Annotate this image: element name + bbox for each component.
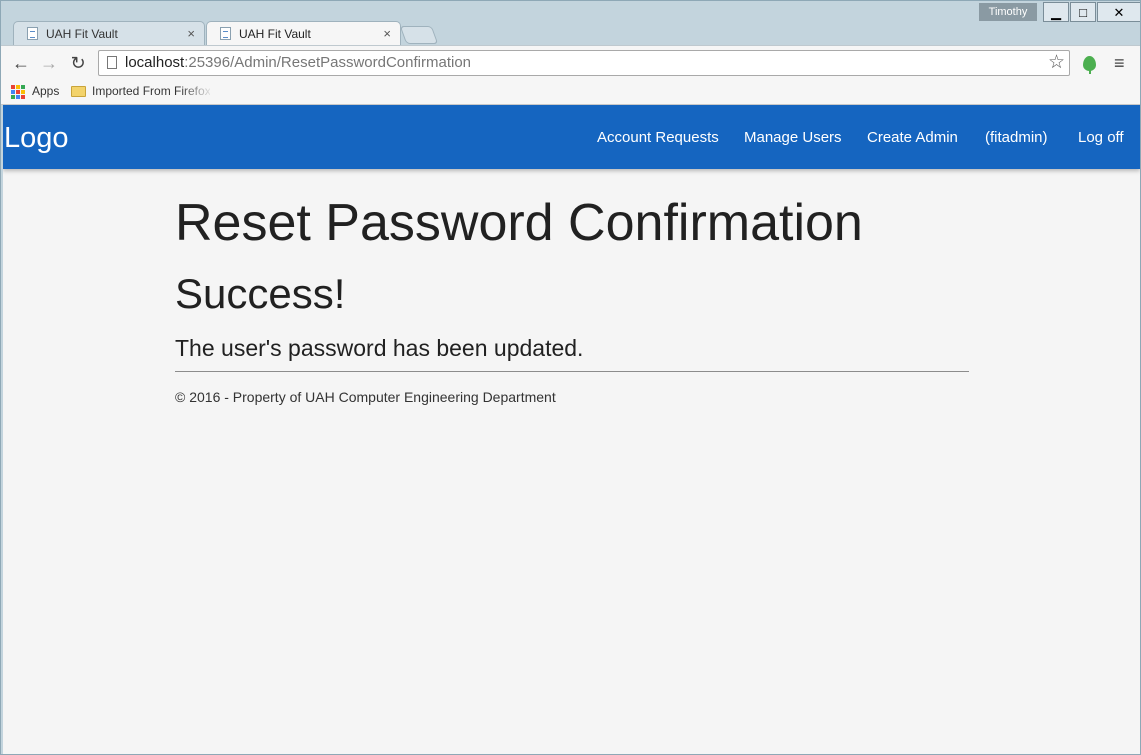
address-bar[interactable]: localhost:25396/Admin/ResetPasswordConfi… (98, 50, 1070, 76)
minimize-button[interactable]: ▁ (1043, 2, 1069, 22)
status-heading: Success! (175, 270, 346, 317)
maximize-button[interactable]: □ (1070, 2, 1096, 22)
title-bar: Timothy ▁ □ ✕ UAH Fit Vault × UAH Fit Va… (1, 1, 1140, 46)
menu-icon[interactable]: ≡ (1114, 53, 1125, 74)
browser-toolbar: ← → ↻ localhost:25396/Admin/ResetPasswor… (1, 45, 1140, 82)
apps-dot (16, 85, 20, 89)
page-title: Reset Password Confirmation (175, 194, 863, 252)
folder-icon (71, 86, 86, 97)
reload-icon[interactable]: ↻ (68, 52, 88, 74)
tab-uah-fit-vault-2[interactable]: UAH Fit Vault × (206, 21, 401, 46)
star-icon[interactable]: ☆ (1048, 51, 1065, 75)
tab-uah-fit-vault-1[interactable]: UAH Fit Vault × (13, 21, 205, 46)
page-icon (220, 27, 231, 40)
apps-dot (11, 90, 15, 94)
nav-create-admin[interactable]: Create Admin (867, 105, 958, 171)
tab-title: UAH Fit Vault (46, 27, 118, 41)
footer-text: © 2016 - Property of UAH Computer Engine… (175, 389, 556, 405)
apps-dot (21, 95, 25, 99)
bookmarks-bar: Apps Imported From Firefox (1, 81, 1140, 105)
browser-window: Timothy ▁ □ ✕ UAH Fit Vault × UAH Fit Va… (0, 0, 1141, 755)
nav-log-off[interactable]: Log off (1078, 105, 1124, 171)
apps-dot (16, 95, 20, 99)
extension-icon[interactable] (1083, 56, 1096, 74)
profile-name-badge[interactable]: Timothy (979, 3, 1037, 21)
apps-dot (21, 85, 25, 89)
tab-title: UAH Fit Vault (239, 27, 311, 41)
nav-account-requests[interactable]: Account Requests (597, 105, 719, 171)
divider (175, 371, 969, 372)
site-logo[interactable]: Logo (4, 105, 69, 171)
bookmark-apps[interactable]: Apps (32, 81, 59, 102)
tab-close-icon[interactable]: × (187, 22, 195, 46)
back-arrow-icon[interactable]: ← (11, 52, 31, 74)
url-path: :25396/Admin/ResetPasswordConfirmation (184, 54, 472, 71)
close-window-button[interactable]: ✕ (1097, 2, 1140, 22)
apps-dot (11, 95, 15, 99)
page-icon (107, 56, 117, 69)
page-icon (27, 27, 38, 40)
apps-dot (16, 90, 20, 94)
site-navbar: Logo Account Requests Manage Users Creat… (3, 105, 1140, 169)
url-text[interactable]: localhost:25396/Admin/ResetPasswordConfi… (125, 51, 471, 75)
tab-close-icon[interactable]: × (383, 22, 391, 46)
apps-dot (11, 85, 15, 89)
status-message: The user's password has been updated. (175, 335, 584, 361)
apps-grid-icon[interactable] (11, 85, 25, 99)
bookmark-folder-label: Imported From Firefox (92, 81, 210, 102)
web-page: Logo Account Requests Manage Users Creat… (3, 105, 1140, 754)
url-host: localhost (125, 54, 185, 71)
apps-dot (21, 90, 25, 94)
nav-manage-users[interactable]: Manage Users (744, 105, 842, 171)
new-tab-button[interactable] (399, 26, 439, 44)
nav-username[interactable]: (fitadmin) (985, 105, 1048, 171)
forward-arrow-icon[interactable]: → (39, 52, 59, 74)
